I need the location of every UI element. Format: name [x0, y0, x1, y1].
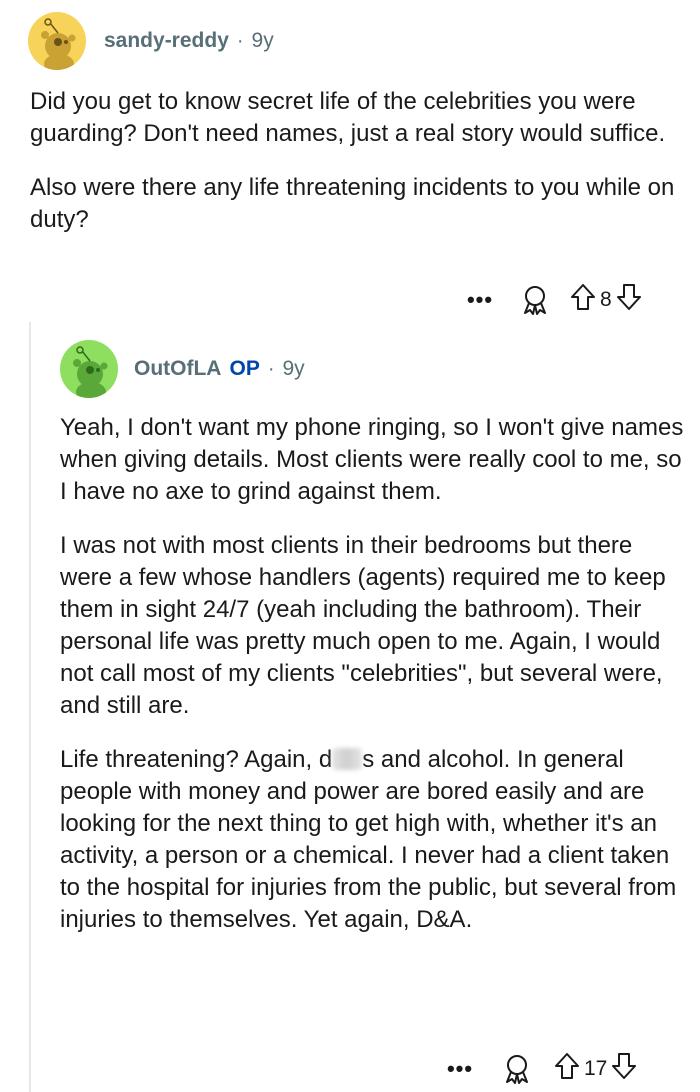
separator-dot: ·: [267, 357, 275, 380]
more-options-icon[interactable]: •••: [440, 1056, 480, 1082]
comment-paragraph: Also were there any life threatening inc…: [30, 174, 675, 233]
paragraph-text-end: s and alcohol. In general people with mo…: [60, 746, 677, 933]
upvote-arrow-icon[interactable]: [554, 1052, 580, 1085]
avatar[interactable]: [60, 340, 118, 398]
comment-actions: ••• 8: [460, 283, 642, 316]
username[interactable]: OutOfLA: [134, 357, 221, 381]
paragraph-text-start: Life threatening? Again, d: [60, 746, 333, 773]
comment-outofla: OutOfLA OP · 9y Yeah, I don't want my ph…: [0, 330, 700, 1092]
downvote-arrow-icon[interactable]: [611, 1052, 637, 1085]
comment-age: 9y: [251, 29, 274, 52]
avatar[interactable]: [28, 12, 86, 70]
snoo-icon: [73, 346, 108, 398]
vote-widget: 8: [570, 283, 642, 316]
username[interactable]: sandy-reddy: [104, 29, 229, 53]
comment-paragraph: I was not with most clients in their bed…: [60, 532, 666, 719]
comment-paragraph: Yeah, I don't want my phone ringing, so …: [60, 414, 684, 505]
vote-count: 17: [584, 1056, 608, 1080]
separator-dot: ·: [236, 29, 244, 52]
snoo-icon: [41, 18, 76, 70]
comment-body: Did you get to know secret life of the c…: [30, 86, 680, 236]
award-icon[interactable]: [516, 285, 554, 315]
comment-age: 9y: [282, 357, 305, 380]
comment-header: OutOfLA OP · 9y: [60, 340, 305, 398]
comment-body: Yeah, I don't want my phone ringing, so …: [60, 412, 685, 936]
comment-actions: ••• 17: [440, 1052, 637, 1085]
upvote-arrow-icon[interactable]: [570, 283, 596, 316]
vote-widget: 17: [554, 1052, 637, 1085]
censored-blur: [332, 748, 363, 770]
comment-paragraph: Did you get to know secret life of the c…: [30, 88, 666, 147]
vote-count: 8: [600, 287, 612, 311]
downvote-arrow-icon[interactable]: [616, 283, 642, 316]
op-badge: OP: [229, 357, 260, 380]
comment-paragraph: Life threatening? Again, ds and alcohol.…: [60, 744, 685, 936]
comment-header: sandy-reddy · 9y: [28, 12, 274, 70]
more-options-icon[interactable]: •••: [460, 287, 500, 313]
comment-sandy-reddy: sandy-reddy · 9y Did you get to know sec…: [0, 0, 700, 320]
award-icon[interactable]: [498, 1054, 536, 1084]
